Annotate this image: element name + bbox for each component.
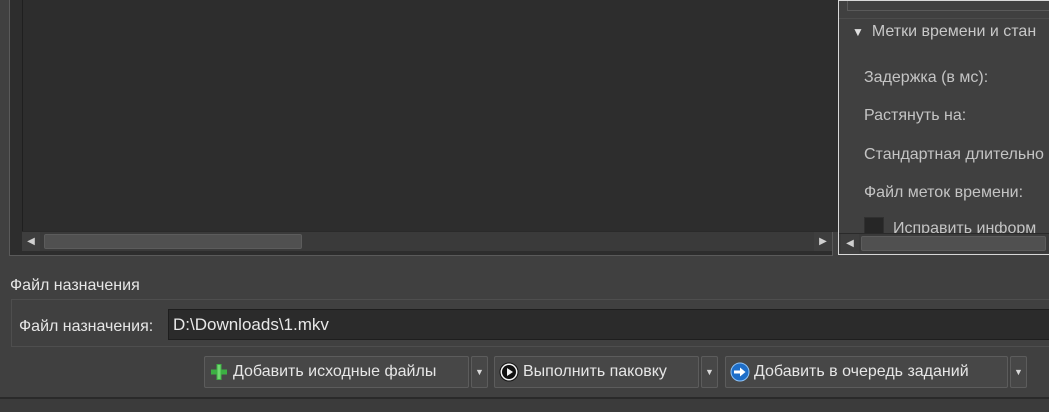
triangle-down-icon: ▼ [705, 367, 714, 377]
delay-label: Задержка (в мс): [864, 69, 989, 86]
properties-divider [839, 18, 1049, 19]
play-circle-icon [499, 362, 519, 382]
blue-arrow-queue-icon [730, 362, 750, 382]
scrollbar-thumb[interactable] [861, 236, 1046, 251]
status-bar [0, 399, 1049, 412]
scroll-right-button[interactable]: ▶ [814, 232, 832, 251]
triangle-down-icon: ▼ [475, 367, 484, 377]
scroll-left-button[interactable]: ◀ [22, 232, 40, 251]
add-to-queue-label: Добавить в очередь заданий [754, 363, 969, 380]
properties-top-box [847, 1, 1049, 11]
scroll-left-button[interactable]: ◀ [841, 234, 859, 253]
right-horizontal-scrollbar[interactable]: ◀ [839, 233, 1049, 253]
source-files-list[interactable] [22, 0, 842, 232]
source-files-panel: ◀ ▶ [9, 0, 842, 256]
add-source-files-label: Добавить исходные файлы [233, 363, 437, 380]
start-muxing-button[interactable]: Выполнить паковку [494, 356, 699, 388]
destination-section-title: Файл назначения [10, 277, 140, 294]
destination-file-input[interactable] [168, 309, 1049, 340]
add-to-queue-action: Добавить в очередь заданий ▼ [725, 356, 1027, 388]
stretch-label: Растянуть на: [864, 107, 967, 124]
destination-field-label: Файл назначения: [19, 318, 154, 335]
properties-panel: ▼ Метки времени и стан Задержка (в мс): Р… [838, 0, 1049, 255]
triangle-down-icon: ▼ [1014, 367, 1023, 377]
scrollbar-thumb[interactable] [44, 234, 302, 249]
add-to-queue-button[interactable]: Добавить в очередь заданий [725, 356, 1008, 388]
green-plus-icon [211, 364, 227, 380]
timestamps-section-header[interactable]: ▼ Метки времени и стан [852, 23, 1036, 41]
add-to-queue-dropdown[interactable]: ▼ [1010, 356, 1027, 388]
triangle-down-icon: ▼ [852, 25, 864, 39]
start-muxing-dropdown[interactable]: ▼ [701, 356, 718, 388]
default-duration-label: Стандартная длительно [864, 146, 1044, 163]
left-horizontal-scrollbar[interactable]: ◀ ▶ [22, 231, 832, 251]
add-source-files-dropdown[interactable]: ▼ [471, 356, 488, 388]
start-muxing-label: Выполнить паковку [523, 363, 667, 380]
timestamps-file-label: Файл меток времени: [864, 184, 1024, 201]
top-area: ◀ ▶ ▼ Метки времени и стан Задержка (в мс… [0, 0, 1049, 264]
add-source-files-action: Добавить исходные файлы ▼ [204, 356, 488, 388]
timestamps-section-title: Метки времени и стан [871, 23, 1037, 40]
add-source-files-button[interactable]: Добавить исходные файлы [204, 356, 469, 388]
start-muxing-action: Выполнить паковку ▼ [494, 356, 718, 388]
